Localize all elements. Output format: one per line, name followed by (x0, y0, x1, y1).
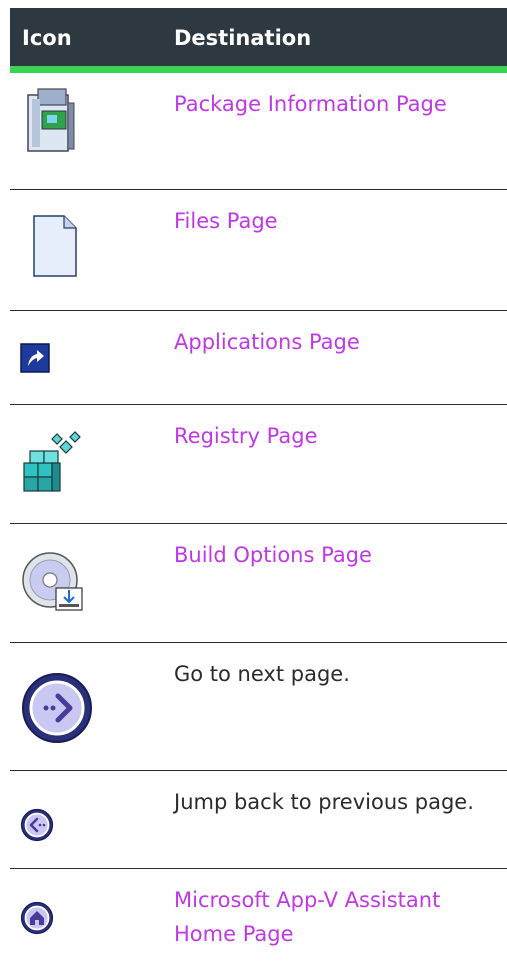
next-page-description: Go to next page. (174, 662, 350, 686)
home-circle-icon (20, 901, 54, 940)
registry-page-link[interactable]: Registry Page (174, 419, 317, 453)
previous-page-description: Jump back to previous page. (174, 790, 474, 814)
next-arrow-circle-icon (20, 671, 94, 750)
package-info-icon (20, 85, 82, 162)
shortcut-arrow-icon (20, 343, 50, 378)
back-arrow-circle-icon (20, 808, 54, 847)
applications-page-link[interactable]: Applications Page (174, 325, 360, 359)
files-page-link[interactable]: Files Page (174, 204, 278, 238)
column-header-icon: Icon (22, 26, 72, 50)
table-row: Microsoft App-V Assistant Home Page (10, 869, 507, 964)
table-row: Go to next page. (10, 643, 507, 771)
table-row: Package Information Page (10, 73, 507, 190)
app-v-assistant-home-page-link[interactable]: Microsoft App-V Assistant Home Page (174, 883, 484, 951)
table-row: Jump back to previous page. (10, 771, 507, 869)
table-row: Files Page (10, 190, 507, 311)
table-row: Build Options Page (10, 524, 507, 643)
package-information-page-link[interactable]: Package Information Page (174, 87, 447, 121)
table-header: Icon Destination (10, 8, 507, 73)
icon-destination-table: Icon Destination Package Information Pag… (10, 8, 507, 946)
table-row: Registry Page (10, 405, 507, 524)
registry-cubes-icon (20, 429, 86, 500)
build-disc-icon (20, 550, 86, 621)
table-row: Applications Page (10, 311, 507, 405)
file-page-icon (20, 214, 82, 283)
build-options-page-link[interactable]: Build Options Page (174, 538, 372, 572)
column-header-destination: Destination (174, 26, 312, 50)
